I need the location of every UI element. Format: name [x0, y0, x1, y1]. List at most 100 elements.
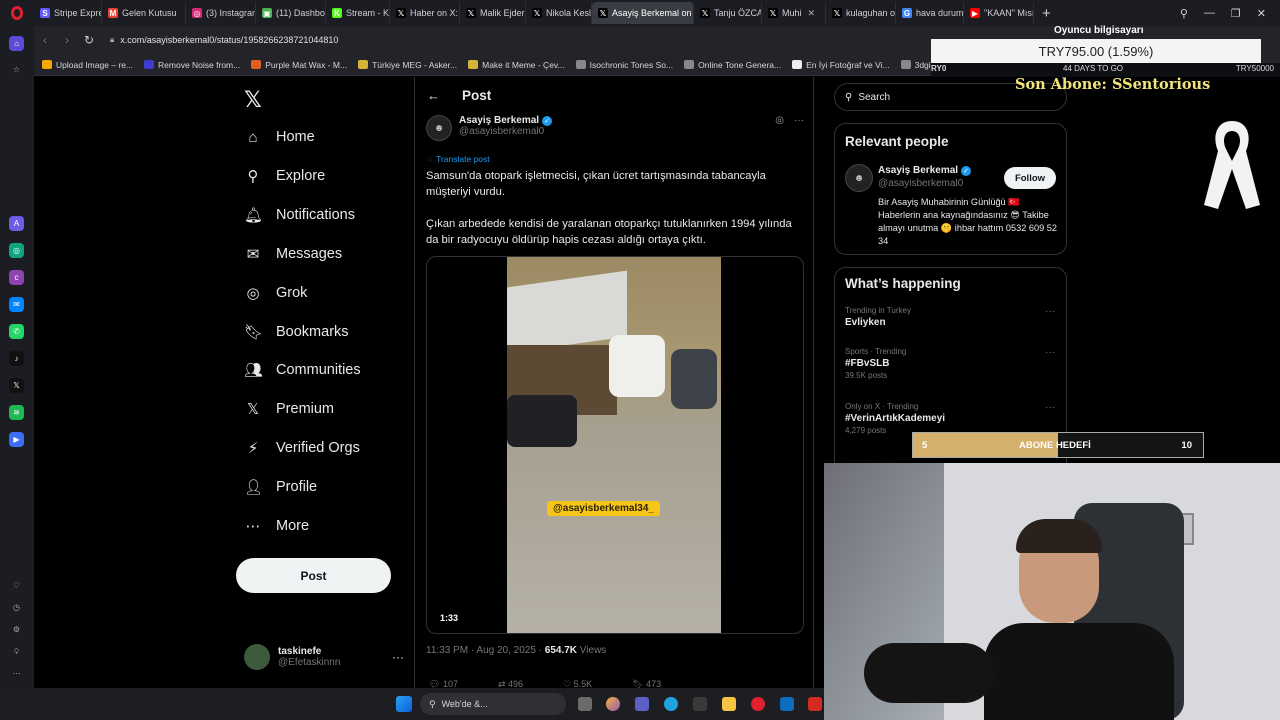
bookmark-item[interactable]: Upload Image – re...: [42, 60, 133, 70]
more-icon[interactable]: ⋯: [9, 666, 24, 681]
url-text[interactable]: x.com/asayisberkemal0/status/19582662387…: [120, 35, 338, 45]
browser-tab[interactable]: 𝕏Asayiş Berkemal on X:✕: [592, 2, 694, 24]
x-icon[interactable]: 𝕏: [9, 378, 24, 393]
relevant-name-row[interactable]: Asayiş Berkemal ✓: [878, 165, 972, 176]
nav-item-explore[interactable]: ⚲ Explore: [244, 164, 326, 188]
nav-item-verified-orgs[interactable]: ⚡ Verified Orgs: [244, 436, 360, 460]
edge-icon[interactable]: [664, 697, 678, 711]
browser-tab[interactable]: M Gelen Kutusu: [102, 2, 186, 24]
messenger-icon[interactable]: ✉: [9, 297, 24, 312]
relevant-avatar[interactable]: ☻: [845, 164, 873, 192]
whatsapp-icon[interactable]: ✆: [9, 324, 24, 339]
close-window-icon[interactable]: ✕: [1257, 7, 1266, 20]
browser-tab[interactable]: K Stream - Kick: [326, 2, 390, 24]
store-icon[interactable]: [693, 697, 707, 711]
nav-item-more[interactable]: ⋯ More: [244, 514, 310, 538]
post-button[interactable]: Post: [236, 558, 391, 593]
bookmark-item[interactable]: En İyi Fotoğraf ve Vi...: [792, 60, 890, 70]
maximize-icon[interactable]: ❐: [1231, 7, 1241, 20]
opera-taskbar-icon[interactable]: [751, 697, 765, 711]
bookmark-item[interactable]: Make it Meme - Çev...: [468, 60, 565, 70]
reply-stat[interactable]: 💬︎ 107: [429, 679, 458, 688]
nav-item-home[interactable]: ⌂ Home: [244, 125, 314, 149]
copilot-icon[interactable]: [606, 697, 620, 711]
taskbar-search[interactable]: ⚲ Web'de &...: [420, 693, 566, 715]
trend-more-icon[interactable]: ···: [1045, 402, 1055, 413]
trend-more-icon[interactable]: ···: [1045, 347, 1055, 358]
heart-icon[interactable]: ♡: [9, 578, 24, 593]
chatgpt-icon[interactable]: ◎: [9, 243, 24, 258]
bookmark-item[interactable]: Remove Noise from...: [144, 60, 240, 70]
video-frame[interactable]: @asayisberkemal34_: [507, 257, 721, 633]
teams-icon[interactable]: [635, 697, 649, 711]
spotify-icon[interactable]: ≋: [9, 405, 24, 420]
windows-start-icon[interactable]: [396, 696, 412, 712]
like-stat[interactable]: ♡ 5.5K: [563, 679, 592, 688]
outlook-icon[interactable]: [780, 697, 794, 711]
tab-close-icon[interactable]: ✕: [808, 8, 816, 19]
back-arrow-icon[interactable]: ←: [427, 88, 440, 103]
browser-tab[interactable]: 𝕏 Haber on X: ": [390, 2, 460, 24]
home-icon[interactable]: ⌂: [9, 36, 24, 51]
browser-tab[interactable]: Ghava durumu: [896, 2, 964, 24]
nav-item-communities[interactable]: 👥︎ Communities: [244, 358, 361, 382]
browser-tab[interactable]: 𝕏 Malik Ejder o: [460, 2, 526, 24]
bookmark-item[interactable]: Purple Mat Wax - M...: [251, 60, 347, 70]
browser-tab[interactable]: ▶ "KAAN" Mısır: [964, 2, 1034, 24]
task-view-icon[interactable]: [578, 697, 592, 711]
player-icon[interactable]: ▶: [9, 432, 24, 447]
bookmark-item[interactable]: Online Tone Genera...: [684, 60, 781, 70]
tiktok-icon[interactable]: ♪: [9, 351, 24, 366]
nav-item-premium[interactable]: 𝕏 Premium: [244, 397, 334, 421]
file-explorer-icon[interactable]: [722, 697, 736, 711]
history-icon[interactable]: ◷: [9, 600, 24, 615]
lightbulb-icon[interactable]: 💡︎: [9, 644, 24, 659]
account-switcher[interactable]: taskinefe @Efetaskinnn ···: [244, 644, 404, 670]
author-avatar[interactable]: ☻: [426, 115, 452, 141]
trend-item[interactable]: Only on X · Trending #VerinArtıkKademeyi 4…: [845, 402, 1055, 435]
nav-item-profile[interactable]: 👤︎ Profile: [244, 475, 317, 499]
app-icon[interactable]: [808, 697, 822, 711]
browser-tab[interactable]: ◎ (3) Instagram: [186, 2, 256, 24]
nav-item-grok[interactable]: ◎ Grok: [244, 281, 307, 305]
trend-item[interactable]: Sports · Trending #FBvSLB 39.5K posts ···: [845, 347, 1055, 380]
search-tabs-icon[interactable]: ⚲: [1180, 7, 1188, 20]
translate-post-link[interactable]: ◌ Translate post: [427, 154, 490, 164]
forward-icon[interactable]: ›: [56, 33, 78, 47]
trend-item[interactable]: Trending in Turkey Evliyken ···: [845, 306, 1055, 330]
repost-stat[interactable]: ⇄ 496: [498, 679, 523, 688]
bookmark-item[interactable]: Türkiye MEG - Asker...: [358, 60, 457, 70]
minimize-icon[interactable]: —: [1204, 7, 1215, 19]
bookmark-item[interactable]: Isochronic Tones So...: [575, 60, 673, 70]
browser-tab[interactable]: ▣ (11) Dashboa: [256, 2, 326, 24]
trend-more-icon[interactable]: ···: [1045, 306, 1055, 317]
author-name-row[interactable]: Asayiş Berkemal ✓: [459, 115, 553, 126]
browser-tab[interactable]: 𝕏 Muhi ✕: [762, 2, 826, 24]
post-video[interactable]: @asayisberkemal34_ 1:33: [426, 256, 804, 634]
grok-icon[interactable]: ◎: [775, 115, 784, 141]
nav-item-notifications[interactable]: 🔔︎ Notifications: [244, 203, 355, 227]
translate-label[interactable]: Translate post: [436, 154, 490, 164]
browser-tab[interactable]: 𝕏 Tanju ÖZCAN: [694, 2, 762, 24]
more-options-icon[interactable]: ···: [392, 650, 404, 664]
browser-tab[interactable]: 𝕏 Nikola Kesla o: [526, 2, 592, 24]
reload-icon[interactable]: ↻: [78, 33, 100, 47]
x-logo-icon[interactable]: 𝕏: [244, 87, 262, 113]
browser-tab[interactable]: S Stripe Express: [34, 2, 102, 24]
bookmark-stat[interactable]: 🔖︎ 473: [632, 679, 661, 688]
author-name[interactable]: Asayiş Berkemal: [459, 115, 539, 126]
browser-tab[interactable]: 𝕏kulaguhan on: [826, 2, 896, 24]
author-handle[interactable]: @asayisberkemal0: [459, 126, 552, 137]
post-more-icon[interactable]: ···: [794, 115, 804, 141]
nav-item-messages[interactable]: ✉ Messages: [244, 242, 342, 266]
back-icon[interactable]: ‹: [34, 33, 56, 47]
aria-icon[interactable]: A: [9, 216, 24, 231]
star-icon[interactable]: ☆: [9, 62, 24, 77]
relevant-name[interactable]: Asayiş Berkemal: [878, 165, 958, 176]
cs-icon[interactable]: c: [9, 270, 24, 285]
new-tab-button[interactable]: +: [1034, 5, 1059, 22]
settings-icon[interactable]: ⚙: [9, 622, 24, 637]
relevant-handle[interactable]: @asayisberkemal0: [878, 178, 971, 189]
url-field[interactable]: 🔒︎ x.com/asayisberkemal0/status/19582662…: [110, 35, 338, 45]
follow-button[interactable]: Follow: [1004, 167, 1056, 189]
